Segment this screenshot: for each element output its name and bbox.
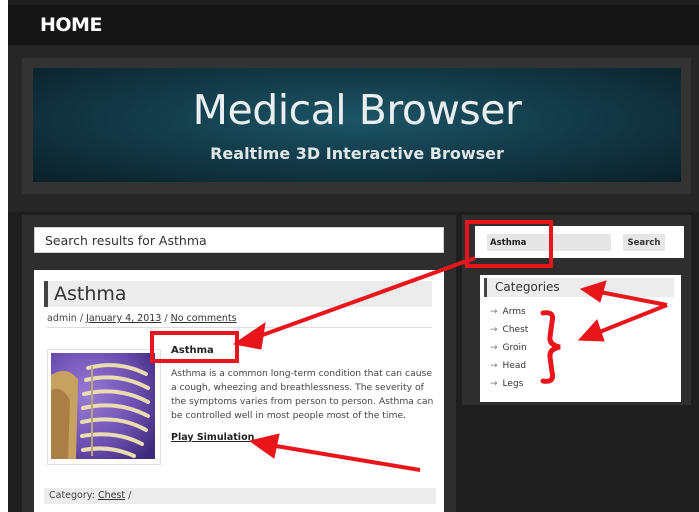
ribcage-image [51,353,155,459]
arrow-right-icon: → [490,361,498,371]
category-item-label: Head [502,361,527,371]
categories-title: Categories [495,280,560,294]
entry-text: Asthma is a common long-term condition t… [171,368,434,421]
category-item-arms[interactable]: → Arms [490,307,528,325]
post-author: admin [47,313,77,324]
site-subtitle: Realtime 3D Interactive Browser [210,144,504,163]
category-item-chest[interactable]: → Chest [490,325,528,343]
top-nav-bar [8,5,699,45]
search-button[interactable]: Search [623,234,665,251]
entry-title: Asthma [171,345,214,356]
category-label: Category: [49,490,95,501]
search-results-header: Search results for Asthma [34,227,444,253]
post-date-link[interactable]: January 4, 2013 [86,313,161,324]
category-separator: / [128,490,132,501]
post-category-line: Category: Chest / [49,490,131,501]
category-item-legs[interactable]: → Legs [490,379,528,397]
ribcage-thumbnail[interactable] [47,349,161,465]
category-link-chest[interactable]: Chest [98,490,125,501]
arrow-right-icon: → [490,379,498,389]
post-article: Asthma admin / January 4, 2013 / No comm… [34,270,444,512]
search-input[interactable] [487,234,611,251]
arrow-right-icon: → [490,343,498,353]
play-simulation-link[interactable]: Play Simulation [171,432,254,443]
category-item-label: Groin [502,343,527,353]
arrow-right-icon: → [490,325,498,335]
home-nav-link[interactable]: HOME [40,14,102,36]
post-title-bar: Asthma [44,281,432,307]
category-list: → Arms → Chest → Groin → Head → Legs [490,307,528,397]
category-item-head[interactable]: → Head [490,361,528,379]
category-item-label: Chest [502,325,529,335]
search-results-title: Search results for Asthma [45,233,207,248]
post-meta: admin / January 4, 2013 / No comments [47,313,237,324]
post-comments-link[interactable]: No comments [171,313,237,324]
post-title: Asthma [54,283,127,305]
categories-widget: Categories → Arms → Chest → Groin → Head → Le… [480,275,681,402]
category-item-groin[interactable]: → Groin [490,343,528,361]
post-category-bar: Category: Chest / [44,488,436,504]
search-widget: Search [475,226,684,258]
arrow-right-icon: → [490,307,498,317]
category-item-label: Arms [502,307,526,317]
category-item-label: Legs [502,379,524,389]
site-banner: Medical Browser Realtime 3D Interactive … [33,68,681,182]
meta-divider [47,327,432,328]
site-title: Medical Browser [192,86,522,134]
categories-header: Categories [484,278,674,297]
